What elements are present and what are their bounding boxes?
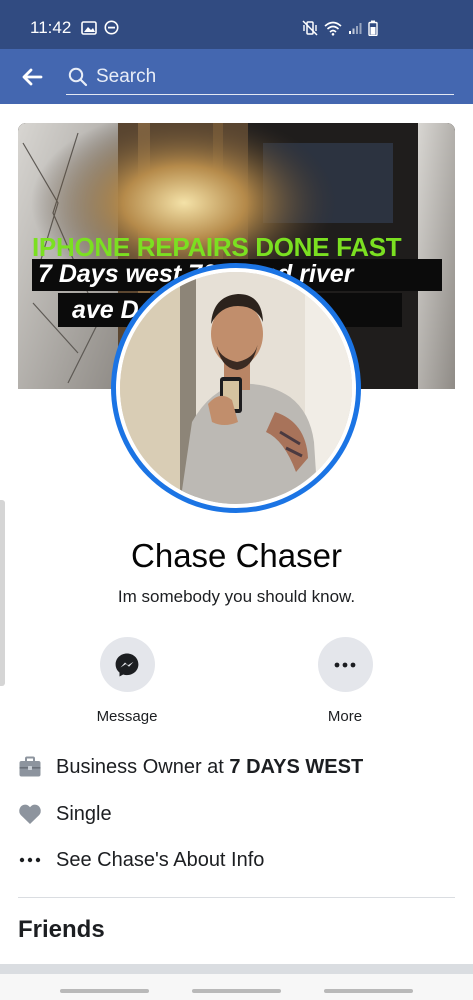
back-arrow-icon (22, 68, 43, 86)
relationship-info-row: Single (18, 799, 112, 829)
messenger-icon (115, 653, 139, 676)
top-nav-bar (0, 49, 473, 104)
image-icon (81, 20, 97, 40)
briefcase-icon (18, 755, 42, 779)
friends-heading: Friends (18, 916, 105, 943)
section-separator (0, 964, 473, 974)
status-bar: 11:42 (0, 0, 473, 49)
edge-panel-handle[interactable] (0, 500, 5, 686)
gesture-navigation-bar (0, 974, 473, 1000)
work-info-text: Business Owner at 7 DAYS WEST (56, 756, 363, 779)
wifi-icon (324, 21, 342, 41)
relationship-text: Single (56, 802, 112, 825)
signal-icon (348, 21, 362, 40)
more-dots-icon (334, 662, 356, 667)
gesture-hint-right[interactable] (324, 989, 413, 993)
work-place-link[interactable]: 7 DAYS WEST (229, 756, 363, 778)
search-icon (68, 67, 88, 87)
back-button[interactable] (20, 65, 44, 89)
do-not-disturb-icon (104, 20, 119, 40)
about-info-link[interactable]: See Chase's About Info (56, 849, 264, 872)
more-label: More (327, 708, 363, 725)
status-left-icons (81, 20, 119, 40)
more-button-circle[interactable] (317, 637, 373, 692)
divider (18, 897, 455, 898)
search-input[interactable] (96, 63, 436, 91)
heart-icon (18, 802, 42, 826)
avatar-image (120, 272, 352, 504)
mute-vibrate-icon (302, 20, 318, 41)
work-prefix: Business Owner at (56, 755, 230, 778)
message-button-circle[interactable] (99, 637, 155, 692)
more-dots-icon (18, 848, 42, 872)
profile-bio: Im somebody you should know. (117, 587, 356, 606)
profile-picture[interactable] (111, 263, 361, 513)
about-info-row[interactable]: See Chase's About Info (18, 845, 264, 875)
message-label: Message (96, 708, 158, 725)
status-time: 11:42 (30, 18, 72, 37)
status-right-icons (302, 20, 378, 41)
message-button[interactable]: Message (72, 637, 182, 725)
work-info-row: Business Owner at 7 DAYS WEST (18, 752, 363, 782)
battery-icon (368, 20, 378, 41)
gesture-hint-center[interactable] (192, 989, 281, 993)
avatar (120, 272, 352, 504)
search-box[interactable] (66, 61, 454, 95)
more-button[interactable]: More (290, 637, 400, 725)
gesture-hint-left[interactable] (60, 989, 149, 993)
profile-picture-border (116, 268, 356, 508)
profile-name: Chase Chaser (131, 537, 342, 574)
